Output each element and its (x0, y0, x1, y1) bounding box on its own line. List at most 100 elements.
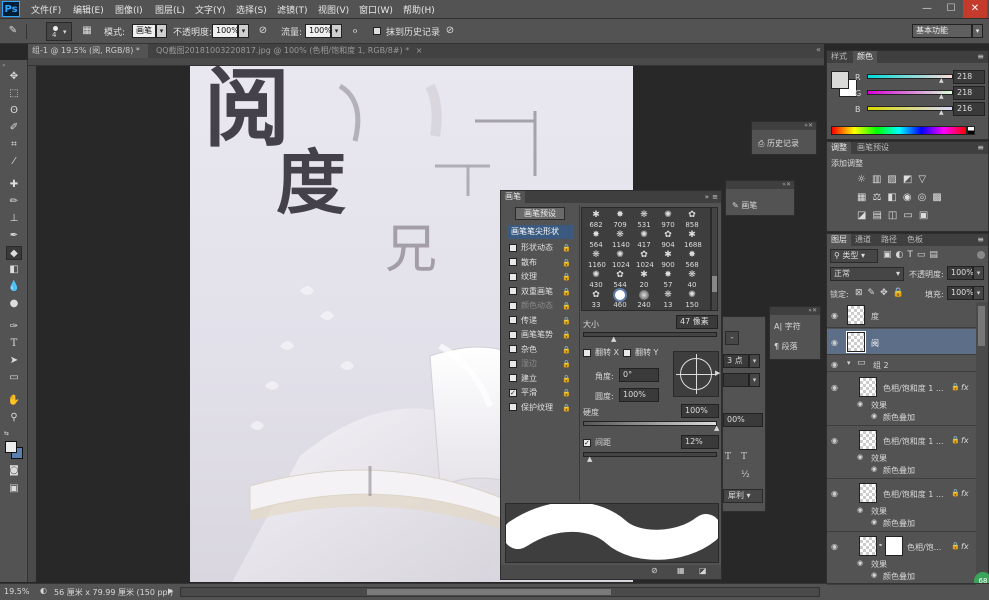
brush-tip-cell[interactable]: ✿ 904 (660, 230, 676, 249)
menu-view[interactable]: 视图(V) (318, 3, 349, 16)
layer-mask-thumbnail[interactable] (885, 536, 903, 556)
brightness-icon[interactable]: ☼ (857, 174, 872, 185)
lock-icon[interactable]: 🔒 (562, 401, 571, 415)
character-panel-button[interactable]: A| 字符 (774, 321, 801, 332)
b-slider-handle[interactable]: ▲ (939, 109, 944, 116)
lock-icon[interactable]: 🔒 (562, 256, 571, 270)
visibility-eye-icon[interactable]: ◉ (831, 542, 838, 551)
fx-badge[interactable]: fx (961, 542, 969, 551)
scroll-thumb[interactable] (367, 589, 611, 595)
eraser-tool-icon[interactable]: ◆ (6, 246, 22, 260)
brush-angle-preview[interactable]: ▶ (673, 351, 720, 397)
brush-option-row[interactable]: 纹理 🔒 (509, 270, 575, 284)
tab-color[interactable]: 颜色 (853, 51, 877, 63)
hand-tool-icon[interactable]: ✋ (6, 394, 22, 408)
chevron-down-icon[interactable]: ▾ (331, 24, 342, 38)
lock-icon[interactable]: 🔒 (562, 285, 571, 299)
panel-menu-icon[interactable]: ≡ (977, 142, 984, 154)
flip-y-option[interactable]: 翻转 Y (623, 347, 658, 358)
brush-tip-cell[interactable]: ❋ 531 (636, 210, 652, 229)
collapse-icon[interactable]: » (2, 62, 6, 69)
minus-icon[interactable]: - (725, 331, 739, 345)
brush-tip-cell[interactable]: ✿ 858 (684, 210, 700, 229)
visibility-eye-icon[interactable]: ◉ (831, 383, 838, 392)
grid-view-icon[interactable]: ▦ (677, 566, 685, 575)
lock-icon[interactable]: 🔒 (562, 241, 571, 255)
brush-option-checkbox[interactable] (509, 403, 517, 411)
photo-filter-icon[interactable]: ◉ (903, 192, 918, 203)
fx-badge[interactable]: fx (961, 436, 969, 445)
brush-option-row[interactable]: 形状动态 🔒 (509, 241, 575, 255)
brush-option-checkbox[interactable] (509, 359, 517, 368)
levels-icon[interactable]: ▥ (872, 174, 887, 185)
smart-filter-icon[interactable]: ▤ (929, 250, 942, 260)
effect-eye-icon[interactable]: ◉ (871, 571, 877, 579)
effects-eye-icon[interactable]: ◉ (857, 453, 863, 461)
lock-icon[interactable]: 🔒 (562, 343, 571, 357)
healing-brush-tool-icon[interactable]: ✚ (6, 178, 22, 192)
brush-tip-cell[interactable]: ✺ 430 (588, 270, 604, 289)
layer-opacity-input[interactable]: 100% (947, 266, 974, 280)
shape-tool-icon[interactable]: ▭ (6, 371, 22, 385)
color-spectrum-bar[interactable] (831, 126, 967, 135)
history-brush-tool-icon[interactable]: ✒ (6, 229, 22, 243)
panel-menu-icon[interactable]: ≡ (977, 51, 984, 63)
eraser-tool-icon[interactable]: ✎ (6, 24, 20, 38)
clone-stamp-tool-icon[interactable]: ⊥ (6, 212, 22, 226)
brush-option-checkbox[interactable] (509, 330, 517, 339)
zoom-level[interactable]: 19.5% (4, 587, 29, 596)
effects-eye-icon[interactable]: ◉ (857, 559, 863, 567)
hue-saturation-icon[interactable]: ▦ (857, 192, 872, 203)
spacing-option[interactable]: ✓ 间距 (583, 437, 611, 448)
brush-option-row[interactable]: 传递 🔒 (509, 314, 575, 328)
chevron-down-icon[interactable]: ▾ (749, 373, 760, 387)
move-tool-icon[interactable]: ✥ (6, 70, 22, 84)
brush-option-row[interactable]: 湿边 🔒 (509, 357, 575, 371)
brush-tip-cell[interactable]: ❋ 1160 (588, 250, 606, 269)
black-white-ramp[interactable] (967, 126, 975, 135)
workspace-select[interactable]: 基本功能 (912, 24, 972, 38)
spacing-checkbox[interactable]: ✓ (583, 438, 591, 447)
lock-icon[interactable]: 🔒 (562, 328, 571, 342)
brush-option-checkbox[interactable] (509, 272, 517, 281)
fx-badge[interactable]: fx (961, 383, 969, 392)
brush-tip-grid[interactable]: ✱ 682 ✸ 709 ❋ 531 ✺ 970 ✿ 858 ✸ 564 ❋ 1140 ✺ 417 ✿ 904 ✱ 16… (581, 207, 711, 311)
brush-option-row[interactable]: 颜色动态 🔒 (509, 299, 575, 313)
brush-tip-cell[interactable]: ❋ 13 (660, 290, 676, 309)
status-info-icon[interactable]: ◐ (40, 586, 47, 595)
tab-adjustments[interactable]: 调整 (827, 142, 851, 154)
mode-select[interactable]: 画笔 (132, 24, 156, 38)
tab-swatches[interactable]: 色板 (903, 234, 927, 246)
layer-row-adjustment[interactable]: ◉ ⚭ 色相/饱... 🔒 fx ◉ 效果 ◉ 颜色叠加 (827, 533, 976, 585)
color-balance-icon[interactable]: ⚖ (872, 192, 887, 203)
chevron-down-icon[interactable]: ▾ (749, 354, 760, 368)
brush-option-row[interactable]: 双重画笔 🔒 (509, 285, 575, 299)
brush-option-row[interactable]: ✓ 平滑 🔒 (509, 386, 575, 400)
horizontal-scrollbar[interactable] (180, 587, 820, 597)
toggle-live-tip-icon[interactable]: ⊘ (651, 566, 658, 575)
type-filter-icon[interactable]: T (907, 250, 917, 260)
brush-tip-cell[interactable]: ✱ 682 (588, 210, 604, 229)
tab-paths[interactable]: 路径 (877, 234, 901, 246)
layer-row-adjustment[interactable]: ◉ 色相/饱和度 1 ... 🔒 fx ◉ 效果 ◉ 颜色叠加 (827, 427, 976, 479)
g-slider-handle[interactable]: ▲ (939, 93, 944, 100)
size-slider[interactable] (583, 332, 717, 337)
color-lookup-icon[interactable]: ▩ (932, 192, 947, 203)
threshold-icon[interactable]: ◫ (888, 210, 903, 221)
visibility-eye-icon[interactable]: ◉ (831, 338, 838, 347)
pixel-filter-icon[interactable]: ▣ (883, 250, 896, 260)
menu-image[interactable]: 图像(I) (115, 3, 143, 16)
brush-option-row[interactable]: 画笔笔势 🔒 (509, 328, 575, 342)
fill-input[interactable]: 100% (947, 286, 974, 300)
brush-option-checkbox[interactable] (509, 345, 517, 353)
brush-option-checkbox[interactable] (509, 316, 517, 324)
hardness-slider-handle[interactable]: ▲ (714, 424, 719, 432)
quick-mask-icon[interactable]: ◙ (6, 464, 22, 478)
lock-pixels-icon[interactable]: ✎ (868, 288, 881, 298)
lock-icon[interactable]: 🔒 (562, 357, 571, 371)
spacing-slider[interactable] (583, 452, 717, 457)
brush-option-row[interactable]: 保护纹理 🔒 (509, 401, 575, 415)
faux-italic-icon[interactable]: T (741, 452, 747, 462)
brush-option-checkbox[interactable] (509, 243, 517, 252)
brush-tip-cell[interactable]: ✱ 1688 (684, 230, 702, 249)
